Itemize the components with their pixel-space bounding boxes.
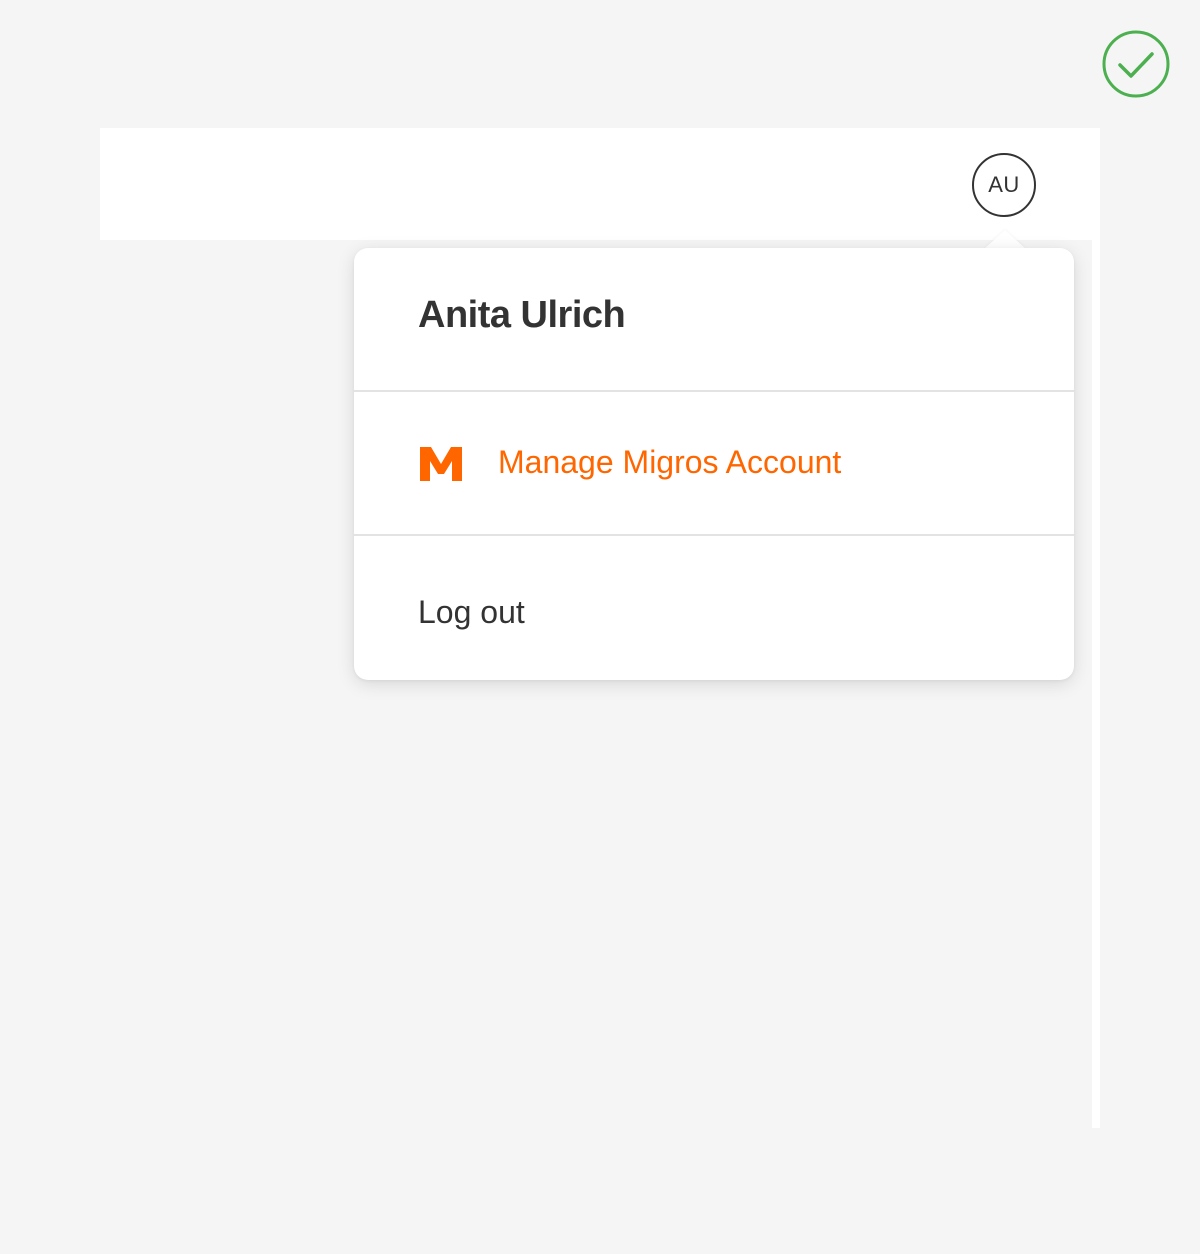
migros-logo-icon bbox=[420, 447, 462, 481]
check-circle-icon bbox=[1102, 30, 1170, 98]
account-dropdown-menu: Anita Ulrich Manage Migros Account Log o… bbox=[354, 248, 1074, 680]
manage-migros-account-link[interactable]: Manage Migros Account bbox=[354, 392, 1074, 534]
user-name: Anita Ulrich bbox=[418, 294, 626, 336]
avatar-initials: AU bbox=[988, 172, 1020, 197]
content-panel-edge bbox=[1092, 240, 1100, 1128]
dropdown-pointer bbox=[984, 230, 1026, 249]
logout-button[interactable]: Log out bbox=[354, 536, 1074, 680]
header-bar bbox=[100, 128, 1100, 240]
manage-account-label: Manage Migros Account bbox=[498, 444, 842, 480]
user-avatar-button[interactable]: AU bbox=[972, 153, 1036, 217]
logout-label: Log out bbox=[418, 594, 525, 630]
